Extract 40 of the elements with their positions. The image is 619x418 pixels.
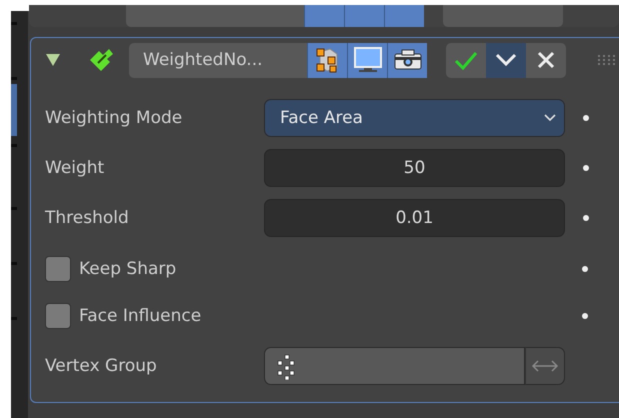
chevron-down-icon (544, 114, 556, 122)
camera-icon (392, 48, 422, 72)
toggle-button[interactable] (387, 42, 427, 78)
vertex-cube-icon (314, 46, 340, 74)
keyframe-dot-icon[interactable] (583, 165, 589, 171)
toggle-button[interactable] (384, 5, 424, 27)
keyframe-dot-icon[interactable] (582, 313, 588, 319)
number-field[interactable]: 0.01 (264, 199, 565, 237)
double-arrow-icon (531, 359, 559, 373)
modifier-name-field[interactable]: WeightedNo... (129, 42, 307, 78)
property-label: Threshold (45, 208, 130, 228)
name-field[interactable] (126, 5, 304, 27)
property-label: Weight (45, 158, 106, 178)
checkbox[interactable] (45, 256, 71, 282)
close-icon (537, 51, 555, 69)
number-field[interactable]: 50 (264, 149, 565, 187)
toggle-button[interactable] (307, 42, 347, 78)
invert-button[interactable] (525, 347, 565, 385)
toggle-button[interactable] (347, 42, 387, 78)
dropdown-button[interactable] (486, 42, 526, 78)
checkbox-label[interactable]: Keep Sharp (79, 258, 564, 278)
chevron-down-icon (495, 53, 517, 67)
expand-triangle-icon[interactable] (45, 53, 61, 67)
vertex-group-field[interactable] (264, 347, 525, 385)
checkbox-label[interactable]: Face Influence (79, 306, 564, 326)
close-button[interactable] (526, 42, 566, 78)
dropdown-field[interactable]: Face Area (264, 99, 565, 137)
keyframe-dot-icon[interactable] (582, 266, 588, 272)
dropdown-value: Face Area (280, 108, 363, 128)
toggle-button[interactable] (304, 5, 344, 27)
drag-handle-icon[interactable] (598, 55, 616, 65)
keyframe-dot-icon[interactable] (583, 115, 589, 121)
property-label: Weighting Mode (45, 108, 184, 128)
check-button[interactable] (446, 42, 486, 78)
monitor-icon (352, 46, 382, 74)
toggle-button[interactable] (344, 5, 384, 27)
property-label: Vertex Group (45, 356, 158, 376)
keyframe-dot-icon[interactable] (583, 215, 589, 221)
checkbox[interactable] (45, 303, 71, 329)
check-icon (454, 50, 478, 70)
